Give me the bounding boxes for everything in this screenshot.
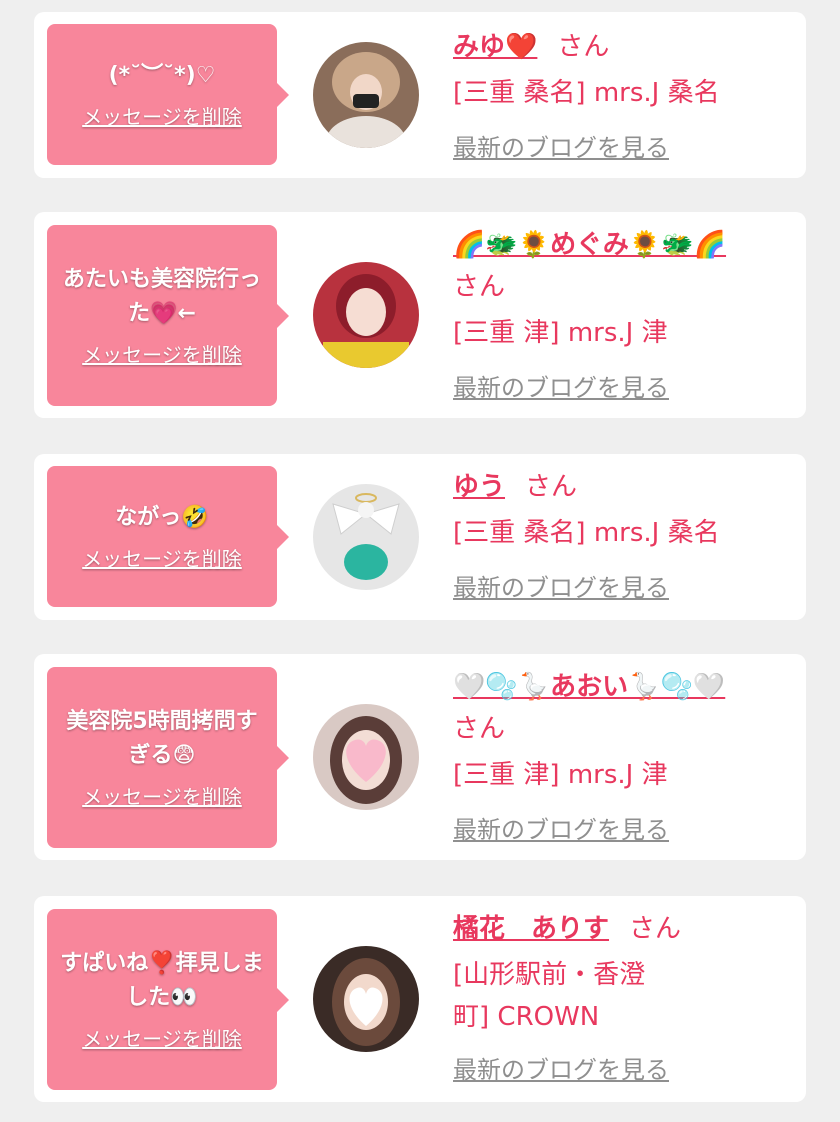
shop-name: [三重 津] mrs.J 津: [453, 318, 668, 348]
sender-name-row: みゆ❤️ さん: [453, 26, 793, 68]
avatar[interactable]: [313, 42, 419, 148]
message-text: (*˘︶˘*)♡: [108, 63, 216, 88]
sender-info: 🤍🫧🪿あおい🪿🫧🤍 さん [三重 津] mrs.J 津 最新のブログを見る: [453, 666, 793, 845]
message-card: ながっ🤣 メッセージを削除 ゆう さん [三重 桑名] mrs.J 桑名 最新のブ…: [34, 454, 806, 620]
sender-info: ゆう さん [三重 桑名] mrs.J 桑名 最新のブログを見る: [453, 466, 793, 603]
sender-name-link[interactable]: ゆう: [453, 472, 505, 502]
sender-name-link[interactable]: みゆ❤️: [453, 32, 537, 62]
shop-name: [三重 津] mrs.J 津: [453, 760, 668, 790]
message-text: ながっ🤣: [115, 505, 209, 530]
shop-name: [三重 桑名] mrs.J 桑名: [453, 78, 720, 108]
avatar[interactable]: [313, 946, 419, 1052]
latest-blog-link[interactable]: 最新のブログを見る: [453, 368, 669, 403]
message-card: 美容院5時間拷問すぎる😨 メッセージを削除 🤍🫧🪿あおい🪿🫧🤍 さん [三重 津]…: [34, 654, 806, 860]
honorific: さん: [557, 32, 610, 62]
delete-message-link[interactable]: メッセージを削除: [82, 543, 242, 572]
message-bubble: 美容院5時間拷問すぎる😨 メッセージを削除: [47, 667, 289, 848]
latest-blog-link[interactable]: 最新のブログを見る: [453, 128, 669, 163]
avatar[interactable]: [313, 262, 419, 368]
honorific: さん: [453, 714, 506, 744]
sender-name-row: ゆう さん: [453, 466, 793, 508]
message-text: 美容院5時間拷問すぎる😨: [66, 709, 258, 768]
shop-name: [三重 桑名] mrs.J 桑名: [453, 518, 720, 548]
message-bubble: あたいも美容院行った💗← メッセージを削除: [47, 225, 289, 406]
message-card: (*˘︶˘*)♡ メッセージを削除 みゆ❤️ さん [三重 桑名] mrs.J 桑…: [34, 12, 806, 178]
latest-blog-link[interactable]: 最新のブログを見る: [453, 810, 669, 845]
avatar[interactable]: [313, 484, 419, 590]
message-bubble: すぱいね❣️拝見しました👀 メッセージを削除: [47, 909, 289, 1090]
sender-name-row: 橘花 ありす さん: [453, 908, 793, 950]
sender-info: 🌈🐲🌻めぐみ🌻🐲🌈 さん [三重 津] mrs.J 津 最新のブログを見る: [453, 224, 793, 403]
delete-message-link[interactable]: メッセージを削除: [82, 339, 242, 368]
message-text: あたいも美容院行った💗←: [62, 267, 261, 326]
latest-blog-link[interactable]: 最新のブログを見る: [453, 568, 669, 603]
delete-message-link[interactable]: メッセージを削除: [82, 781, 242, 810]
sender-info: 橘花 ありす さん [山形駅前・香澄町] CROWN 最新のブログを見る: [453, 908, 793, 1085]
sender-name-link[interactable]: 橘花 ありす: [453, 914, 609, 944]
message-bubble: (*˘︶˘*)♡ メッセージを削除: [47, 24, 289, 165]
sender-name-link[interactable]: 🤍🫧🪿あおい🪿🫧🤍: [453, 672, 725, 702]
delete-message-link[interactable]: メッセージを削除: [82, 101, 242, 130]
message-text: すぱいね❣️拝見しました👀: [60, 951, 264, 1010]
honorific: さん: [629, 914, 682, 944]
sender-name-row: 🌈🐲🌻めぐみ🌻🐲🌈 さん: [453, 224, 793, 308]
sender-name-link[interactable]: 🌈🐲🌻めぐみ🌻🐲🌈: [453, 230, 726, 260]
honorific: さん: [453, 272, 506, 302]
shop-name: [山形駅前・香澄町] CROWN: [453, 960, 646, 1032]
message-bubble: ながっ🤣 メッセージを削除: [47, 466, 289, 607]
message-card: すぱいね❣️拝見しました👀 メッセージを削除 橘花 ありす さん [山形駅前・香澄…: [34, 896, 806, 1102]
avatar[interactable]: [313, 704, 419, 810]
sender-name-row: 🤍🫧🪿あおい🪿🫧🤍 さん: [453, 666, 793, 750]
message-card: あたいも美容院行った💗← メッセージを削除 🌈🐲🌻めぐみ🌻🐲🌈 さん [三重 津]…: [34, 212, 806, 418]
message-list: (*˘︶˘*)♡ メッセージを削除 みゆ❤️ さん [三重 桑名] mrs.J 桑…: [0, 0, 840, 1122]
latest-blog-link[interactable]: 最新のブログを見る: [453, 1050, 669, 1085]
honorific: さん: [525, 472, 578, 502]
sender-info: みゆ❤️ さん [三重 桑名] mrs.J 桑名 最新のブログを見る: [453, 26, 793, 163]
delete-message-link[interactable]: メッセージを削除: [82, 1023, 242, 1052]
